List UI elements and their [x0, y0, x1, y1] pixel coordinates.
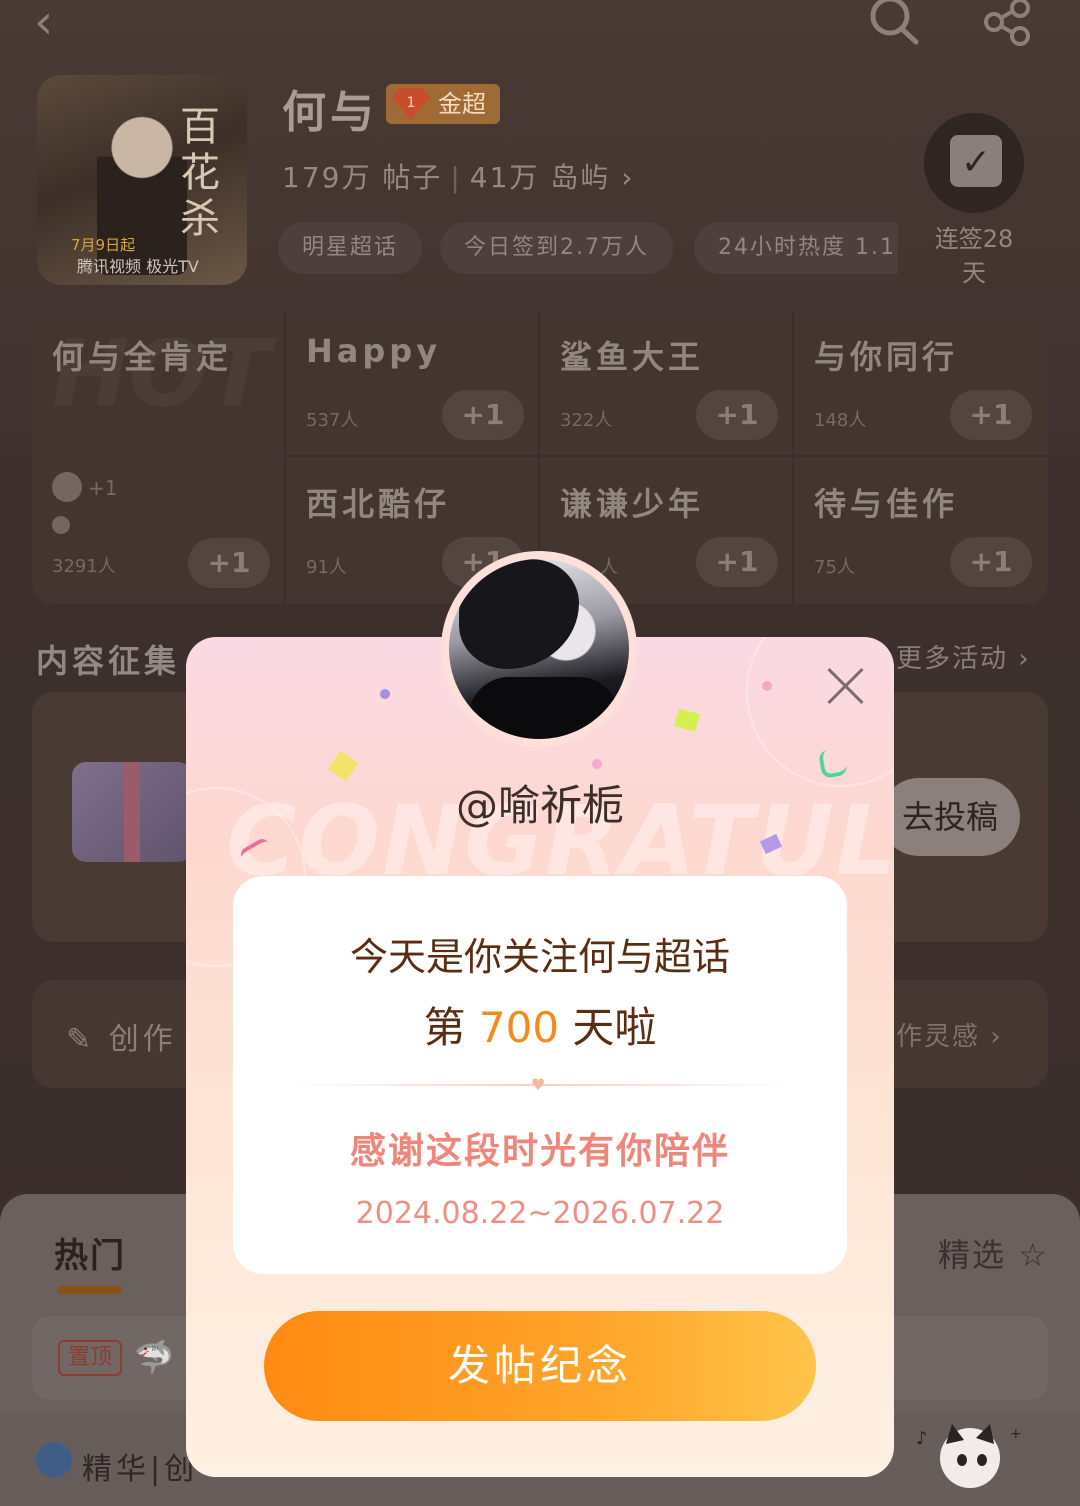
days-message: 第 700 天啦	[233, 994, 847, 1055]
pen-icon: ✎	[66, 1022, 96, 1057]
chevron-right-icon: ›	[621, 161, 635, 194]
plus-one-button[interactable]: +1	[696, 537, 778, 587]
essence-badge-icon	[36, 1442, 72, 1478]
days-count: 700	[478, 1003, 560, 1052]
group-cell[interactable]: 鲨鱼大王 322人 +1	[540, 310, 794, 457]
section-title-content: 内容征集	[36, 642, 181, 680]
top-bar: ‹	[0, 0, 1080, 60]
pinned-tag: 置顶	[58, 1340, 123, 1376]
svg-text:+: +	[1010, 1426, 1022, 1442]
group-title: 待与佳作	[814, 485, 959, 523]
days-suffix: 天啦	[559, 1003, 657, 1052]
group-count: 91人	[306, 557, 347, 578]
post-commemorate-button[interactable]: 发帖纪念	[264, 1311, 816, 1421]
tab-pick[interactable]: 精选 ☆	[938, 1230, 1049, 1276]
confetti-square	[674, 708, 700, 732]
cover-title: 百花杀	[173, 105, 219, 243]
star-cover-image[interactable]: 百花杀 7月9日起 腾讯视频 极光TV	[37, 75, 247, 285]
tab-pick-label: 精选	[938, 1236, 1007, 1274]
chip-heat[interactable]: 24小时热度 1.1 万	[694, 222, 898, 274]
confetti-dot	[762, 681, 772, 691]
group-title: 何与全肯定	[52, 338, 233, 376]
stats-divider: |	[450, 161, 462, 194]
group-count: 322人	[560, 410, 613, 431]
avatar-hair	[459, 559, 579, 669]
more-events-link[interactable]: 更多活动 ›	[896, 638, 1031, 675]
username: @喻祈栀	[455, 781, 624, 830]
close-icon[interactable]	[824, 664, 868, 708]
chip-checkins-today[interactable]: 今日签到2.7万人	[440, 222, 673, 274]
checkin-streak-label: 连签28天	[934, 225, 1014, 287]
group-count: 537人	[306, 410, 359, 431]
thanks-message: 感谢这段时光有你陪伴	[349, 1131, 730, 1172]
calendar-check-icon: ✓	[950, 135, 1002, 187]
badge-label: 金超	[438, 90, 486, 118]
plus-one-button[interactable]: +1	[950, 390, 1032, 440]
more-events-label: 更多活动	[896, 644, 1009, 674]
group-title: 与你同行	[814, 338, 959, 376]
shark-icon: 🦈	[134, 1338, 174, 1376]
group-title: 鲨鱼大王	[560, 338, 705, 376]
chevron-right-icon: ›	[1018, 644, 1031, 674]
heart-icon: ♥	[531, 1075, 546, 1094]
create-label: 创作	[108, 1022, 177, 1057]
diamond-icon: 1	[392, 88, 430, 120]
group-cell-main[interactable]: 何与全肯定 +1 3291人 +1	[32, 310, 286, 604]
user-avatar	[449, 559, 629, 739]
tab-hot[interactable]: 热门	[54, 1228, 126, 1277]
group-count: 148人	[814, 410, 867, 431]
chip-star-topic[interactable]: 明星超话	[278, 222, 423, 274]
avatar-collar	[469, 677, 619, 739]
gift-box-icon	[72, 762, 192, 862]
avatar-plus-label: +1	[88, 476, 118, 500]
star-icon: ☆	[1018, 1236, 1049, 1274]
star-name: 何与	[282, 87, 378, 138]
submit-button[interactable]: 去投稿	[880, 778, 1020, 856]
days-prefix: 第	[423, 1003, 479, 1052]
plus-one-button[interactable]: +1	[696, 390, 778, 440]
group-count: 75人	[814, 557, 855, 578]
gold-super-badge[interactable]: 1 金超	[386, 84, 500, 124]
cat-sticker-icon[interactable]: ♪ +	[906, 1414, 1036, 1498]
plus-one-button[interactable]: +1	[442, 390, 524, 440]
chevron-left-icon[interactable]: ‹	[34, 0, 53, 46]
confetti-dot	[380, 689, 390, 699]
cover-date: 7月9日起	[71, 236, 136, 254]
cover-platforms: 腾讯视频 极光TV	[77, 257, 199, 276]
search-icon[interactable]	[866, 0, 922, 60]
checkin-button[interactable]: ✓	[924, 113, 1024, 213]
member-avatar-small	[52, 516, 70, 534]
group-count: 3291人	[52, 556, 116, 577]
islands-count: 41万 岛屿	[469, 161, 611, 194]
star-stats[interactable]: 179万 帖子 | 41万 岛屿 ›	[282, 156, 634, 196]
date-range: 2024.08.22~2026.07.22	[355, 1196, 725, 1231]
tab-indicator	[58, 1286, 122, 1294]
group-cell[interactable]: Happy 537人 +1	[286, 310, 540, 457]
chevron-right-icon: ›	[990, 1022, 1003, 1052]
group-cell[interactable]: 待与佳作 75人 +1	[794, 457, 1048, 604]
share-icon[interactable]	[980, 0, 1036, 56]
group-title: Happy	[306, 332, 442, 370]
inspiration-label: 作灵感	[896, 1022, 981, 1052]
create-entry[interactable]: ✎ 创作	[66, 1014, 177, 1058]
plus-one-button[interactable]: +1	[188, 538, 270, 588]
group-title: 西北酷仔	[306, 485, 451, 523]
posts-count: 179万 帖子	[282, 161, 443, 194]
follow-message: 今天是你关注何与超话	[349, 935, 730, 979]
group-title: 谦谦少年	[560, 485, 705, 523]
member-avatar	[52, 472, 82, 502]
group-cell[interactable]: 与你同行 148人 +1	[794, 310, 1048, 457]
inspiration-link[interactable]: 作灵感 ›	[896, 1016, 1003, 1053]
plus-one-button[interactable]: +1	[950, 537, 1032, 587]
confetti-dot	[592, 759, 602, 769]
svg-text:♪: ♪	[916, 1428, 928, 1449]
essence-label[interactable]: 精华|创	[82, 1444, 198, 1488]
